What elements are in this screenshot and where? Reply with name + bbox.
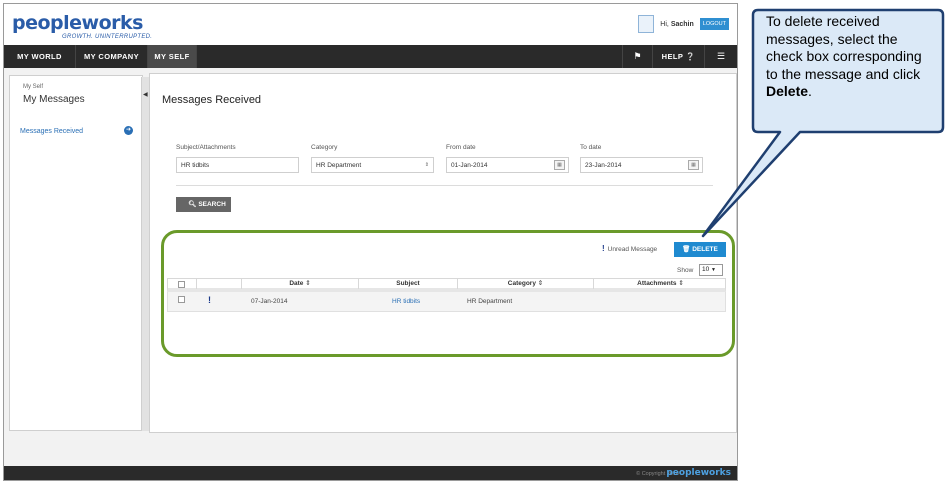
- search-label: SEARCH: [198, 201, 226, 208]
- nav-my-world[interactable]: MY WORLD: [4, 45, 76, 68]
- sitemap-icon[interactable]: ☰: [704, 45, 737, 68]
- row-checkbox[interactable]: [178, 296, 185, 303]
- unread-legend: ! Unread Message: [602, 244, 657, 253]
- delete-label: DELETE: [692, 246, 718, 253]
- delete-button[interactable]: 🗑︎ DELETE: [674, 242, 726, 257]
- category-value: HR Department: [316, 162, 362, 169]
- calendar-icon[interactable]: ▦: [688, 160, 699, 170]
- greeting-prefix: Hi,: [660, 20, 669, 28]
- col-attachments-label: Attachments: [637, 280, 677, 287]
- from-date-input[interactable]: 01-Jan-2014 ▦: [446, 157, 569, 173]
- logo-wordmark: peopleworks: [12, 12, 143, 34]
- page-size-value: 10: [702, 266, 710, 273]
- select-all-cell: [168, 279, 197, 289]
- trash-icon: 🗑︎: [682, 246, 691, 253]
- page-title: Messages Received: [162, 94, 262, 106]
- user-name: Sachin: [670, 20, 694, 28]
- to-date-input[interactable]: 23-Jan-2014 ▦: [580, 157, 703, 173]
- col-subject-label: Subject: [396, 280, 420, 287]
- help-icon: ❔: [685, 52, 696, 61]
- collapse-left-icon: ◀: [143, 92, 148, 98]
- logout-button[interactable]: LOGOUT: [699, 18, 729, 30]
- greeting: Hi, Sachin: [660, 21, 693, 28]
- row-date: 07-Jan-2014: [251, 298, 288, 305]
- sidebar-item-messages-received[interactable]: Messages Received ➜: [10, 124, 144, 138]
- divider: [176, 185, 713, 186]
- search-button[interactable]: 🔍︎ SEARCH: [176, 197, 231, 212]
- subject-label: Subject/Attachments: [176, 144, 236, 151]
- col-category[interactable]: Category ⇕: [458, 279, 594, 289]
- from-date-label: From date: [446, 144, 476, 151]
- show-label: Show: [677, 267, 694, 274]
- select-all-checkbox[interactable]: [178, 281, 185, 288]
- to-date-value: 23-Jan-2014: [585, 162, 622, 169]
- avatar[interactable]: [638, 15, 655, 33]
- table-header: Date ⇕ Subject Category ⇕ Attachments ⇕: [167, 278, 726, 292]
- unread-label: Unread Message: [607, 246, 658, 253]
- main-nav: MY WORLD MY COMPANY MY SELF ⚑ HELP ❔ ☰: [4, 45, 737, 68]
- nav-my-company[interactable]: MY COMPANY: [76, 45, 148, 68]
- calendar-icon[interactable]: ▦: [554, 160, 565, 170]
- user-area: Hi, Sachin LOGOUT: [638, 15, 729, 33]
- category-label: Category: [311, 144, 338, 151]
- sort-icon: ⇕: [305, 280, 311, 287]
- footer-logo: peopleworks: [666, 468, 731, 478]
- sort-icon: ⇕: [537, 280, 544, 287]
- top-bar: peopleworks GROWTH. UNINTERRUPTED. Hi, S…: [4, 4, 737, 45]
- sidebar-breadcrumb: My Self: [23, 84, 44, 90]
- messages-table: Date ⇕ Subject Category ⇕ Attachments ⇕ …: [167, 278, 726, 312]
- sort-icon: ⇕: [678, 280, 684, 287]
- category-select[interactable]: HR Department ⇕: [311, 157, 434, 173]
- col-date[interactable]: Date ⇕: [242, 279, 359, 289]
- sidebar-collapse-handle[interactable]: ◀: [141, 77, 149, 431]
- nav-my-self[interactable]: MY SELF: [148, 45, 197, 68]
- from-date-value: 01-Jan-2014: [451, 162, 488, 169]
- search-icon: 🔍︎: [188, 201, 197, 208]
- sidebar-title: My Messages: [23, 94, 85, 105]
- callout-text-bold: Delete: [766, 83, 809, 99]
- sidebar-item-label: Messages Received: [20, 128, 84, 135]
- table-row[interactable]: ! 07-Jan-2014 HR tidbits HR Department: [167, 292, 726, 312]
- row-category: HR Department: [467, 298, 513, 305]
- app-window: peopleworks GROWTH. UNINTERRUPTED. Hi, S…: [3, 3, 738, 481]
- page-size-select[interactable]: 10 ▼: [699, 264, 723, 276]
- chevron-down-icon: ▼: [711, 267, 716, 273]
- peopleworks-logo: peopleworks GROWTH. UNINTERRUPTED.: [12, 12, 152, 40]
- results-highlight: ! Unread Message 🗑︎ DELETE Show 10 ▼ Date…: [161, 230, 735, 357]
- help-label: HELP: [661, 52, 684, 61]
- main-panel: Messages Received Subject/Attachments HR…: [149, 73, 737, 433]
- unread-icon: !: [602, 244, 605, 253]
- col-category-label: Category: [507, 280, 536, 287]
- callout-text: To delete received messages, select the …: [766, 13, 936, 101]
- unread-col-header: [197, 279, 242, 289]
- col-subject: Subject: [359, 279, 458, 289]
- unread-icon: !: [208, 295, 211, 305]
- logo-tagline: GROWTH. UNINTERRUPTED.: [62, 34, 153, 40]
- help-button[interactable]: HELP ❔: [652, 45, 704, 68]
- to-date-label: To date: [580, 144, 602, 151]
- footer: © Copyright 2014 peopleworks: [4, 466, 737, 480]
- callout-text-end: .: [808, 83, 812, 99]
- subject-input[interactable]: HR tidbits: [176, 157, 299, 173]
- flag-icon[interactable]: ⚑: [622, 45, 652, 68]
- col-attachments[interactable]: Attachments ⇕: [594, 279, 727, 289]
- row-subject-link[interactable]: HR tidbits: [392, 298, 420, 305]
- sidebar: My Self My Messages Messages Received ➜: [9, 75, 143, 431]
- arrow-right-icon: ➜: [124, 126, 133, 135]
- col-date-label: Date: [289, 280, 304, 287]
- select-arrows-icon: ⇕: [424, 162, 429, 168]
- subject-value: HR tidbits: [181, 162, 210, 169]
- callout-text-main: To delete received messages, select the …: [766, 13, 922, 82]
